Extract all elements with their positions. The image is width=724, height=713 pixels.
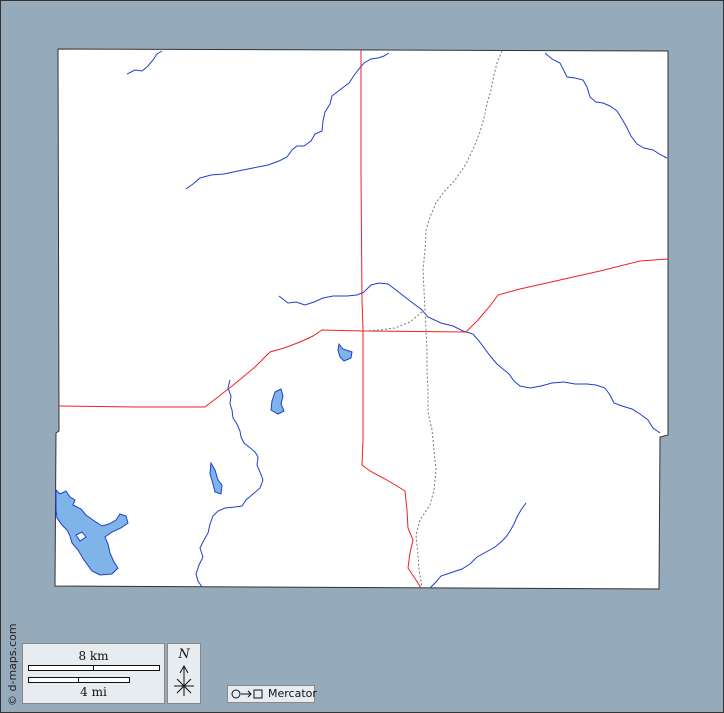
scale-mi-bar bbox=[28, 677, 130, 683]
projection-label: Mercator bbox=[268, 687, 317, 700]
compass: N bbox=[167, 643, 201, 704]
scale-mi-label: 4 mi bbox=[80, 685, 107, 699]
scale-km-tick bbox=[93, 666, 94, 670]
scale-km-bar bbox=[28, 665, 160, 671]
projection-label-box: Mercator bbox=[227, 685, 317, 703]
scale-km-label: 8 km bbox=[78, 649, 109, 663]
compass-rose-icon bbox=[174, 664, 194, 696]
projection-circle-to-square-icon bbox=[231, 689, 263, 699]
credit-text: © d-maps.com bbox=[6, 623, 19, 706]
scale-bar: 8 km 4 mi bbox=[22, 643, 165, 704]
map-canvas bbox=[54, 48, 669, 590]
compass-north-label: N bbox=[178, 647, 190, 662]
scale-mi-tick bbox=[78, 678, 79, 682]
